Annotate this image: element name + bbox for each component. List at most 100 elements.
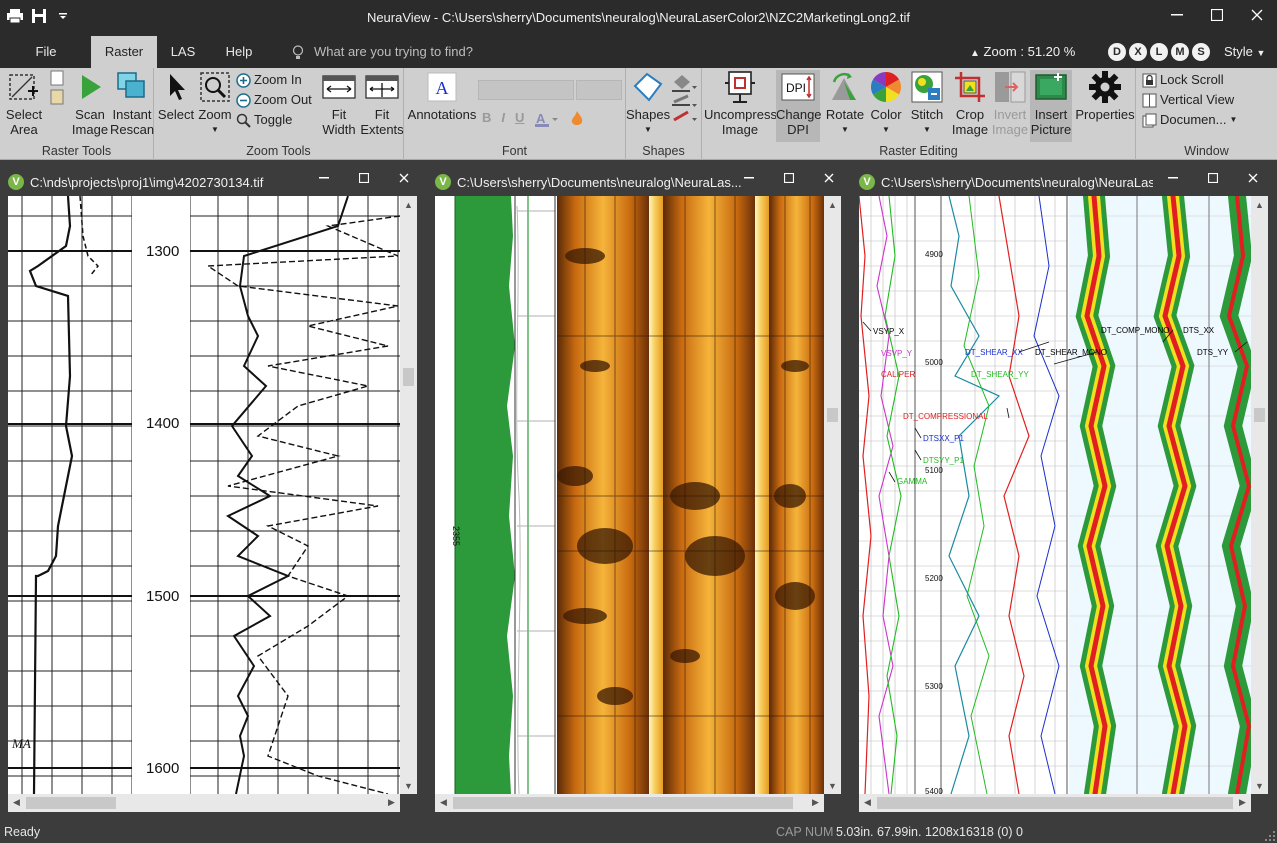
change-dpi-button[interactable]: DPI Change DPI bbox=[776, 70, 822, 142]
document-2-canvas[interactable]: 2355 bbox=[435, 196, 824, 794]
font-size-select[interactable] bbox=[576, 80, 622, 100]
annotations-button[interactable]: A Annotations bbox=[406, 70, 478, 142]
bold-button[interactable]: B bbox=[482, 110, 491, 128]
close-icon[interactable] bbox=[384, 168, 424, 188]
minimize-icon[interactable] bbox=[1157, 0, 1197, 30]
stitch-button[interactable]: Stitch ▼ bbox=[906, 70, 948, 142]
tab-raster[interactable]: Raster bbox=[91, 36, 157, 68]
curve-label-caliper: CALIPER bbox=[881, 370, 915, 379]
maximize-icon[interactable] bbox=[1197, 0, 1237, 30]
scroll-thumb[interactable] bbox=[877, 797, 1233, 809]
maximize-icon[interactable] bbox=[1193, 168, 1233, 188]
resize-grip-icon[interactable] bbox=[1265, 831, 1275, 841]
scroll-thumb[interactable] bbox=[403, 368, 414, 386]
minimize-icon[interactable] bbox=[304, 168, 344, 188]
maximize-icon[interactable] bbox=[344, 168, 384, 188]
scroll-thumb[interactable] bbox=[26, 797, 116, 809]
document-3-canvas[interactable]: 4900 5000 5100 5200 5300 5400 VSYP_X VSV… bbox=[859, 196, 1251, 794]
minimize-icon[interactable] bbox=[1153, 168, 1193, 188]
close-icon[interactable] bbox=[809, 168, 849, 188]
highlight-flame-icon[interactable] bbox=[570, 110, 584, 128]
annotations-label: Annotations bbox=[407, 107, 477, 122]
rotate-button[interactable]: Rotate ▼ bbox=[824, 70, 866, 142]
scroll-up-icon[interactable]: ▲ bbox=[400, 196, 417, 213]
insert-picture-button[interactable]: Insert Picture bbox=[1030, 70, 1072, 142]
zoom-button[interactable]: Zoom ▼ bbox=[196, 70, 234, 142]
fit-width-button[interactable]: Fit Width bbox=[318, 70, 360, 142]
title-bar: NeuraView - C:\Users\sherry\Documents\ne… bbox=[0, 0, 1277, 36]
dpi-icon-text: DPI bbox=[786, 81, 806, 95]
depth-label-5200: 5200 bbox=[925, 574, 943, 583]
shapes-button[interactable]: Shapes ▼ bbox=[626, 70, 670, 142]
scroll-thumb[interactable] bbox=[453, 797, 793, 809]
scroll-left-icon[interactable]: ◀ bbox=[435, 794, 452, 811]
scroll-down-icon[interactable]: ▼ bbox=[400, 777, 417, 794]
document-1-hscroll[interactable]: ◀ ▶ bbox=[8, 794, 400, 812]
document-2-vscroll[interactable]: ▲ ▼ bbox=[824, 196, 841, 794]
handwritten-note: MA bbox=[11, 736, 31, 751]
zoom-indicator: ▲ Zoom : 51.20 % bbox=[970, 36, 1075, 68]
vertical-view-button[interactable]: Vertical View bbox=[1142, 90, 1234, 110]
invert-icon bbox=[993, 70, 1027, 104]
product-d-icon[interactable]: D bbox=[1108, 43, 1126, 61]
scroll-right-icon[interactable]: ▶ bbox=[807, 794, 824, 811]
toggle-button[interactable]: Toggle bbox=[236, 110, 292, 130]
scroll-left-icon[interactable]: ◀ bbox=[8, 794, 25, 811]
color-button[interactable]: Color ▼ bbox=[866, 70, 906, 142]
fill-bucket-icon[interactable] bbox=[670, 72, 698, 132]
properties-button[interactable]: Properties bbox=[1074, 70, 1136, 142]
uncompress-image-button[interactable]: Uncompress Image bbox=[704, 70, 777, 142]
documents-dropdown[interactable]: Documen... ▼ bbox=[1142, 110, 1237, 130]
tab-help[interactable]: Help bbox=[214, 36, 264, 68]
font-family-select[interactable] bbox=[478, 80, 574, 100]
close-icon[interactable] bbox=[1233, 168, 1273, 188]
fit-extents-button[interactable]: Fit Extents bbox=[360, 70, 404, 142]
zoom-region-icon bbox=[198, 70, 232, 104]
tab-file[interactable]: File bbox=[18, 36, 74, 68]
underline-button[interactable]: U bbox=[515, 110, 524, 128]
scroll-thumb[interactable] bbox=[1254, 408, 1265, 422]
maximize-icon[interactable] bbox=[769, 168, 809, 188]
curve-label-dt-shear-xx: DT_SHEAR_XX bbox=[965, 348, 1023, 357]
scroll-left-icon[interactable]: ◀ bbox=[859, 794, 876, 811]
zoom-in-button[interactable]: Zoom In bbox=[236, 70, 302, 90]
invert-image-label: Invert Image bbox=[991, 107, 1029, 137]
document-3-hscroll[interactable]: ◀ ▶ bbox=[859, 794, 1251, 812]
scan-image-button[interactable]: Scan Image bbox=[70, 70, 110, 142]
scroll-right-icon[interactable]: ▶ bbox=[1234, 794, 1251, 811]
scroll-thumb[interactable] bbox=[827, 408, 838, 422]
italic-button[interactable]: I bbox=[501, 110, 505, 128]
scroll-up-icon[interactable]: ▲ bbox=[1251, 196, 1268, 213]
close-icon[interactable] bbox=[1237, 0, 1277, 30]
ribbon-raster: Select Area Scan Image Instant Rescan Ra… bbox=[0, 68, 1277, 160]
tab-las[interactable]: LAS bbox=[160, 36, 206, 68]
neuraview-doc-icon: V bbox=[859, 174, 875, 190]
document-2-hscroll[interactable]: ◀ ▶ bbox=[435, 794, 824, 812]
tell-me-search[interactable]: What are you trying to find? bbox=[292, 36, 473, 68]
depth-label-5300: 5300 bbox=[925, 682, 943, 691]
scroll-right-icon[interactable]: ▶ bbox=[383, 794, 400, 811]
depth-label-5400: 5400 bbox=[925, 787, 943, 794]
invert-image-button[interactable]: Invert Image bbox=[990, 70, 1030, 142]
copy-paste-buttons[interactable] bbox=[44, 70, 70, 110]
select-area-button[interactable]: Select Area bbox=[2, 70, 46, 142]
raster-editing-group-label: Raster Editing bbox=[879, 144, 958, 158]
product-l-icon[interactable]: L bbox=[1150, 43, 1168, 61]
document-3-vscroll[interactable]: ▲ ▼ bbox=[1251, 196, 1268, 794]
scroll-up-icon[interactable]: ▲ bbox=[824, 196, 841, 213]
scroll-down-icon[interactable]: ▼ bbox=[1251, 777, 1268, 794]
product-x-icon[interactable]: X bbox=[1129, 43, 1147, 61]
product-s-icon[interactable]: S bbox=[1192, 43, 1210, 61]
font-color-icon[interactable]: A bbox=[534, 110, 560, 128]
instant-rescan-button[interactable]: Instant Rescan bbox=[110, 70, 154, 142]
minimize-icon[interactable] bbox=[729, 168, 769, 188]
select-button[interactable]: Select bbox=[156, 70, 196, 142]
document-1-vscroll[interactable]: ▲ ▼ bbox=[400, 196, 417, 794]
lock-scroll-button[interactable]: Lock Scroll bbox=[1142, 70, 1224, 90]
scroll-down-icon[interactable]: ▼ bbox=[824, 777, 841, 794]
document-1-canvas[interactable]: 1300 1400 1500 1600 MA bbox=[8, 196, 400, 794]
style-menu[interactable]: Style ▼ bbox=[1224, 36, 1265, 69]
zoom-out-button[interactable]: Zoom Out bbox=[236, 90, 312, 110]
product-m-icon[interactable]: M bbox=[1171, 43, 1189, 61]
crop-image-button[interactable]: Crop Image bbox=[950, 70, 990, 142]
